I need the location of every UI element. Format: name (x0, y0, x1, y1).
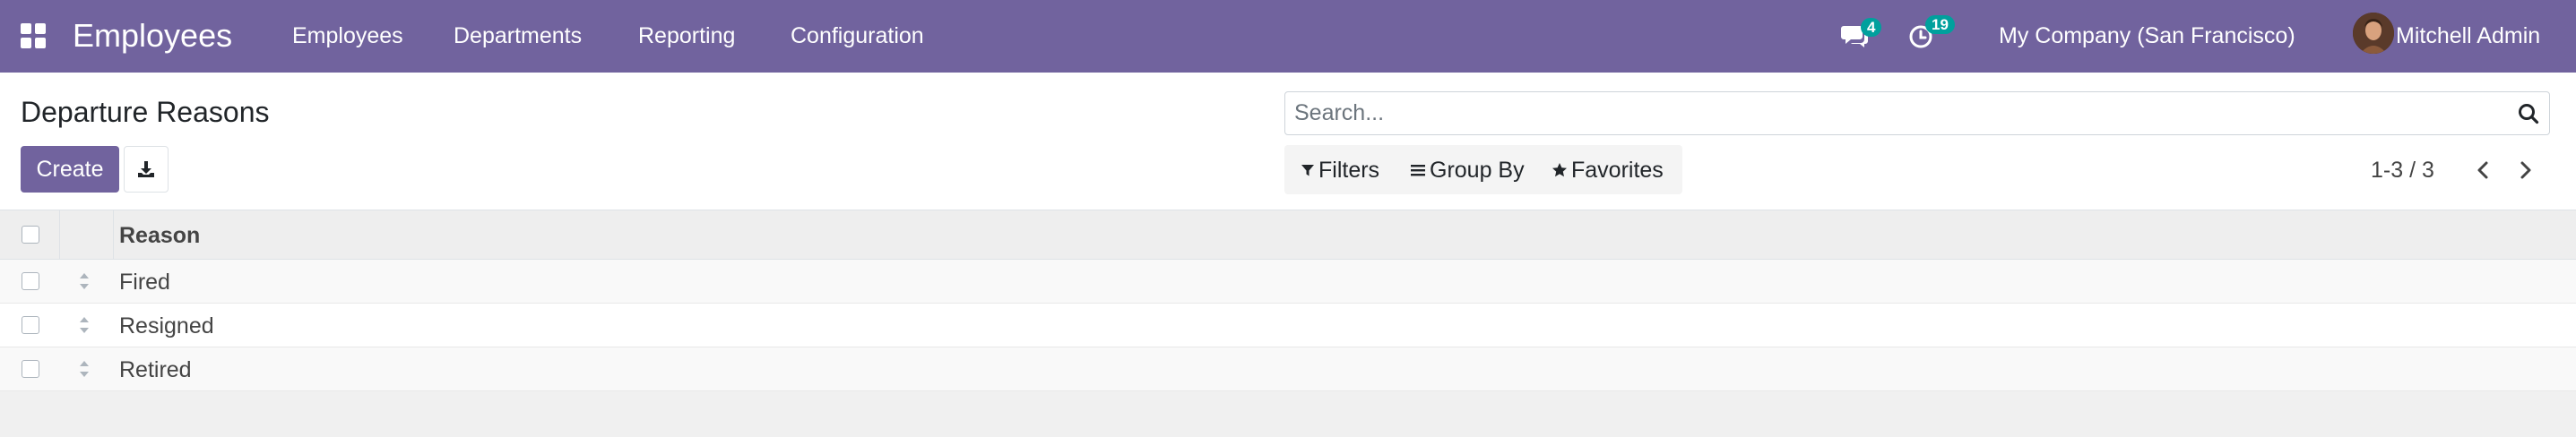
pager-next-button[interactable] (2512, 155, 2539, 185)
search-box (1284, 91, 2550, 135)
user-menu[interactable]: Mitchell Admin (2396, 22, 2540, 49)
pager-value[interactable]: 1-3 / 3 (2371, 157, 2434, 184)
group-by-label: Group By (1430, 158, 1525, 183)
control-panel: Departure Reasons Create Filters Gro (0, 73, 2576, 210)
favorites-label: Favorites (1571, 158, 1664, 183)
row-checkbox[interactable] (22, 360, 39, 378)
reason-cell: Resigned (119, 313, 214, 338)
favorites-button[interactable]: Favorites (1552, 157, 1664, 184)
search-icon[interactable] (2517, 102, 2540, 125)
menu-configuration[interactable]: Configuration (791, 22, 924, 49)
column-header-reason[interactable]: Reason (119, 222, 200, 249)
table-row[interactable]: Resigned (0, 304, 2576, 347)
page-title: Departure Reasons (21, 96, 270, 128)
messages-badge: 4 (1861, 18, 1882, 37)
table-row[interactable]: Retired (0, 347, 2576, 391)
user-avatar[interactable] (2353, 13, 2394, 54)
activities-badge: 19 (1925, 15, 1955, 34)
reason-cell: Fired (119, 270, 170, 295)
create-button[interactable]: Create (21, 146, 119, 193)
top-navbar: Employees Employees Departments Reportin… (0, 0, 2576, 73)
row-checkbox[interactable] (22, 272, 39, 290)
drag-handle-icon[interactable] (78, 315, 91, 335)
app-title[interactable]: Employees (73, 16, 232, 56)
export-button[interactable] (124, 146, 169, 193)
group-by-button[interactable]: Group By (1410, 157, 1525, 184)
filters-button[interactable]: Filters (1301, 157, 1379, 184)
pager-previous-button[interactable] (2469, 155, 2496, 185)
drag-handle-icon[interactable] (78, 271, 91, 291)
filter-icon (1301, 165, 1314, 176)
menu-departments[interactable]: Departments (454, 22, 582, 49)
select-all-checkbox[interactable] (22, 226, 39, 244)
chevron-right-icon (2520, 161, 2531, 179)
table-row[interactable]: Fired (0, 260, 2576, 304)
company-switcher[interactable]: My Company (San Francisco) (1999, 22, 2295, 49)
star-icon (1552, 163, 1567, 177)
column-separator (59, 210, 60, 259)
menu-reporting[interactable]: Reporting (638, 22, 735, 49)
bars-icon (1411, 165, 1425, 176)
menu-employees[interactable]: Employees (292, 22, 403, 49)
search-input[interactable] (1294, 92, 2495, 134)
reasons-list: Reason Fired Resigned Retired (0, 210, 2576, 391)
filter-bar: Filters Group By Favorites (1284, 145, 1682, 194)
drag-handle-icon[interactable] (78, 359, 91, 379)
row-checkbox[interactable] (22, 316, 39, 334)
reason-cell: Retired (119, 357, 192, 382)
list-header: Reason (0, 210, 2576, 260)
column-separator (113, 210, 114, 259)
chevron-left-icon (2477, 161, 2488, 179)
apps-menu-icon[interactable] (21, 23, 46, 48)
download-icon (138, 161, 154, 177)
filters-label: Filters (1318, 158, 1380, 183)
user-photo-icon (2353, 13, 2394, 54)
